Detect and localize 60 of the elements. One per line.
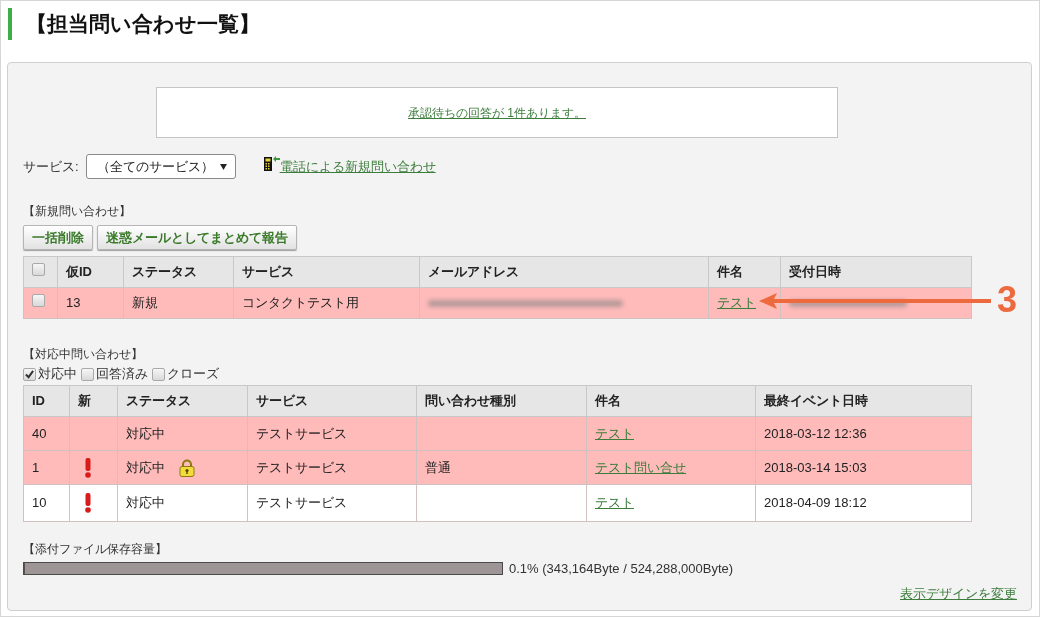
table-cell: 新規	[123, 287, 234, 319]
column-header: ステータス	[117, 385, 248, 417]
table-cell: テストサービス	[247, 416, 417, 451]
table-cell: テストサービス	[247, 450, 417, 485]
caret-icon	[219, 163, 227, 170]
filter-label: 回答済み	[96, 365, 148, 384]
action-button[interactable]: 一括削除	[23, 225, 93, 250]
column-header: サービス	[247, 385, 417, 417]
status-text: 対応中	[126, 424, 165, 443]
checkbox[interactable]	[32, 263, 45, 277]
table-cell: コンタクトテスト用	[233, 287, 420, 319]
table-cell: 2018-03-12 12:36	[755, 416, 972, 451]
phone-inquiry-link[interactable]: 電話による新規問い合わせ	[279, 156, 436, 177]
section-heading: 【添付ファイル保存容量】	[23, 541, 168, 557]
service-label: サービス:	[23, 157, 79, 176]
table-cell: 13	[57, 287, 124, 319]
section-heading: 【対応中問い合わせ】	[23, 346, 144, 362]
table-cell: 1	[23, 450, 70, 485]
column-header: 受付日時	[780, 256, 972, 288]
title-accent-bar	[8, 8, 12, 40]
table-cell: 10	[23, 484, 70, 522]
checkbox[interactable]	[81, 367, 94, 381]
column-header: ID	[23, 385, 70, 417]
pending-answers-link[interactable]: 承認待ちの回答が 1件あります。	[408, 103, 586, 122]
checkbox[interactable]	[23, 367, 36, 381]
column-header: 仮ID	[57, 256, 124, 288]
subject-link[interactable]: テスト問い合せ	[595, 459, 686, 475]
padlock-icon	[179, 458, 195, 477]
table-cell: 普通	[416, 450, 587, 485]
table-cell: 40	[23, 416, 70, 451]
column-header: 問い合わせ種別	[416, 385, 587, 417]
column-header: 件名	[708, 256, 781, 288]
change-design-link[interactable]: 表示デザインを変更	[900, 583, 1017, 603]
checkbox[interactable]	[152, 367, 165, 381]
table-cell: 2018-04-09 18:12	[755, 484, 972, 522]
column-header: メールアドレス	[419, 256, 709, 288]
filter-label: クローズ	[167, 365, 219, 384]
checkbox[interactable]	[32, 294, 45, 308]
phone-icon	[262, 155, 280, 172]
subject-link[interactable]: テスト	[595, 425, 634, 441]
subject-link[interactable]: テスト	[717, 295, 756, 311]
table-cell: テストサービス	[247, 484, 417, 522]
page-title: 【担当問い合わせ一覧】	[26, 11, 260, 37]
exclamation-icon	[84, 493, 92, 513]
subject-link[interactable]: テスト	[595, 495, 634, 511]
filter-label: 対応中	[38, 365, 77, 384]
section-heading: 【新規問い合わせ】	[23, 203, 132, 219]
column-header: 新	[69, 385, 118, 417]
storage-usage-text: 0.1% (343,164Byte / 524,288,000Byte)	[509, 560, 734, 578]
status-text: 対応中	[126, 458, 165, 477]
column-header: ステータス	[123, 256, 234, 288]
column-header: 件名	[586, 385, 756, 417]
column-header: サービス	[233, 256, 420, 288]
service-select[interactable]: （全てのサービス）	[85, 154, 236, 179]
action-button[interactable]: 迷惑メールとしてまとめて報告	[97, 225, 297, 250]
table-cell: 2018-03-14 15:03	[755, 450, 972, 485]
exclamation-icon	[84, 457, 92, 478]
status-text: 対応中	[126, 494, 165, 513]
column-header: 最終イベント日時	[755, 385, 972, 417]
annotation-number: 3	[997, 282, 1018, 318]
